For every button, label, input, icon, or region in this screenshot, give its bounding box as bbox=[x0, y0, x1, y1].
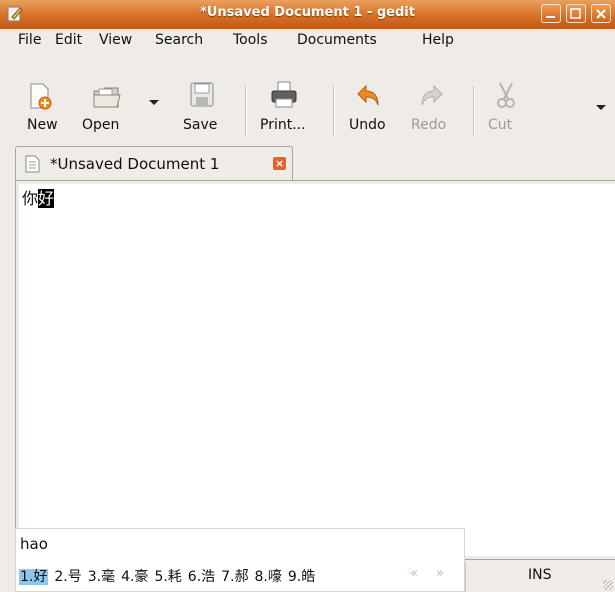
ime-prev-page-button[interactable]: « bbox=[410, 566, 418, 581]
new-document-icon bbox=[30, 83, 52, 110]
menu-documents[interactable]: Documents bbox=[297, 32, 377, 48]
menu-file[interactable]: File bbox=[18, 32, 41, 48]
scissors-icon bbox=[497, 82, 515, 108]
menu-help[interactable]: Help bbox=[422, 32, 454, 48]
resize-grip[interactable] bbox=[603, 580, 613, 590]
minimize-icon bbox=[546, 16, 555, 18]
maximize-button[interactable] bbox=[566, 4, 586, 23]
title-bar[interactable]: *Unsaved Document 1 - gedit bbox=[0, 0, 615, 29]
toolbar-separator bbox=[245, 86, 247, 136]
document-icon bbox=[25, 155, 40, 173]
cut-button bbox=[494, 81, 518, 113]
window-title: *Unsaved Document 1 - gedit bbox=[200, 5, 415, 20]
tab-strip: *Unsaved Document 1 × bbox=[0, 143, 615, 180]
open-dropdown-arrow-icon[interactable] bbox=[149, 100, 159, 106]
undo-arrow-icon bbox=[357, 84, 379, 106]
ime-candidate[interactable]: 5.耗 bbox=[154, 569, 181, 585]
open-button[interactable] bbox=[92, 83, 122, 115]
print-button[interactable] bbox=[270, 81, 298, 113]
ime-candidate-window: hao 1.好 2.号 3.毫 4.豪 5.耗 6.浩 7.郝 8.嚎 9.皓 « » bbox=[15, 528, 465, 592]
menu-search[interactable]: Search bbox=[155, 32, 203, 48]
open-folder-icon bbox=[93, 87, 121, 108]
undo-button[interactable] bbox=[356, 83, 382, 113]
ime-next-page-button[interactable]: » bbox=[436, 566, 444, 581]
printer-icon bbox=[271, 81, 297, 108]
ime-candidate[interactable]: 8.嚎 bbox=[255, 569, 282, 585]
close-icon bbox=[596, 9, 606, 19]
ime-candidate[interactable]: 4.豪 bbox=[121, 569, 148, 585]
menu-tools[interactable]: Tools bbox=[233, 32, 268, 48]
save-label: Save bbox=[183, 117, 218, 133]
tab-label: *Unsaved Document 1 bbox=[50, 155, 220, 173]
tab-unsaved-document-1[interactable]: *Unsaved Document 1 × bbox=[15, 146, 293, 180]
cut-label: Cut bbox=[488, 117, 513, 133]
ime-candidate[interactable]: 9.皓 bbox=[288, 569, 315, 585]
ime-candidate[interactable]: 3.毫 bbox=[88, 569, 115, 585]
ime-candidate[interactable]: 6.浩 bbox=[188, 569, 215, 585]
ime-candidate[interactable]: 2.号 bbox=[54, 569, 81, 585]
toolbar-separator bbox=[333, 86, 335, 136]
ime-candidate[interactable]: 7.郝 bbox=[221, 569, 248, 585]
insert-mode-indicator: INS bbox=[528, 567, 552, 583]
ime-candidate[interactable]: 1.好 bbox=[19, 569, 49, 585]
print-label: Print... bbox=[260, 117, 306, 133]
selected-text: 好 bbox=[38, 189, 55, 208]
ime-candidate-list: 1.好 2.号 3.毫 4.豪 5.耗 6.浩 7.郝 8.嚎 9.皓 bbox=[19, 566, 321, 586]
menu-view[interactable]: View bbox=[99, 32, 132, 48]
minimize-button[interactable] bbox=[541, 4, 561, 23]
undo-label: Undo bbox=[349, 117, 386, 133]
editor-text: 你 bbox=[22, 189, 39, 208]
text-editor[interactable]: 你好 bbox=[19, 184, 615, 556]
menu-bar: File Edit View Search Tools Documents He… bbox=[0, 29, 615, 53]
open-label: Open bbox=[82, 117, 120, 133]
redo-button bbox=[418, 83, 444, 113]
toolbar-overflow-arrow-icon[interactable] bbox=[596, 105, 606, 111]
redo-arrow-icon bbox=[421, 84, 443, 106]
editor-line: 你好 bbox=[22, 189, 55, 209]
maximize-icon bbox=[570, 8, 581, 19]
new-label: New bbox=[27, 117, 58, 133]
save-button[interactable] bbox=[189, 81, 215, 113]
close-tab-icon[interactable]: × bbox=[273, 157, 286, 170]
new-button[interactable] bbox=[27, 83, 53, 115]
status-separator bbox=[465, 562, 466, 592]
menu-edit[interactable]: Edit bbox=[55, 32, 82, 48]
ime-preedit: hao bbox=[20, 535, 48, 553]
toolbar-separator bbox=[473, 86, 475, 136]
close-window-button[interactable] bbox=[591, 4, 611, 23]
redo-label: Redo bbox=[411, 117, 447, 133]
save-floppy-icon bbox=[190, 82, 214, 107]
